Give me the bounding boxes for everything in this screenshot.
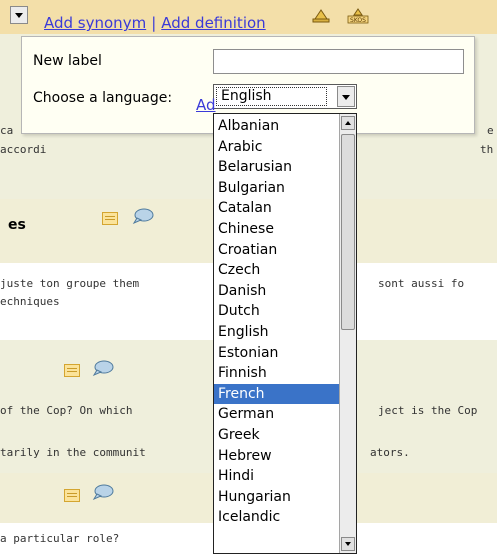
language-option[interactable]: French — [214, 383, 339, 405]
language-option[interactable]: Danish — [214, 281, 339, 302]
language-option[interactable]: Czech — [214, 260, 339, 281]
note-icon[interactable] — [64, 489, 80, 502]
section-text: accordi — [0, 143, 47, 156]
new-label-label: New label — [33, 53, 102, 69]
language-option[interactable]: Arabic — [214, 137, 339, 158]
language-option[interactable]: Bulgarian — [214, 178, 339, 199]
dropdown-scrollbar[interactable] — [339, 114, 356, 553]
skos-icon[interactable]: SKOS — [347, 8, 369, 24]
note-icon[interactable] — [64, 364, 80, 377]
section-text: sont aussi fo — [378, 277, 465, 290]
section-text: ject is the Cop — [378, 404, 478, 417]
hat-icon[interactable] — [312, 8, 330, 24]
section-text: ators. — [370, 446, 410, 459]
section-text: a particular role? — [0, 532, 120, 545]
note-icon[interactable] — [102, 212, 118, 225]
language-option[interactable]: Albanian — [214, 116, 339, 137]
dropdown-button[interactable] — [10, 6, 28, 24]
skos-label: SKOS — [350, 17, 366, 24]
section-text: th — [480, 143, 494, 156]
header-links: Add synonym | Add definition — [44, 14, 266, 32]
choose-language-label: Choose a language: — [33, 90, 173, 106]
add-synonym-link[interactable]: Add synonym — [44, 14, 146, 32]
section-text: echniques — [0, 295, 60, 308]
comment-icon[interactable] — [132, 208, 154, 224]
add-link[interactable]: Ad — [196, 96, 216, 114]
section-text: e — [487, 124, 494, 137]
section-text: of the Cop? On which — [0, 404, 133, 417]
link-separator: | — [151, 14, 157, 32]
language-option[interactable]: Hindi — [214, 466, 339, 487]
section-text: ca — [0, 124, 14, 137]
language-option[interactable]: Icelandic — [214, 507, 339, 528]
language-option[interactable]: English — [214, 322, 339, 343]
section-text: tarily in the communit — [0, 446, 146, 459]
language-option[interactable]: Greek — [214, 425, 339, 446]
language-option[interactable]: Catalan — [214, 198, 339, 219]
language-option[interactable]: Dutch — [214, 301, 339, 322]
scroll-up-arrow[interactable] — [341, 116, 355, 130]
page-header: Add synonym | Add definition SKOS — [0, 0, 497, 34]
language-option[interactable]: Estonian — [214, 343, 339, 364]
language-option[interactable]: Chinese — [214, 219, 339, 240]
selected-language: English — [216, 87, 327, 106]
section-heading: es — [8, 217, 26, 233]
comment-icon[interactable] — [92, 484, 114, 500]
section-text: juste ton groupe them — [0, 277, 140, 290]
add-definition-link[interactable]: Add definition — [161, 14, 265, 32]
language-option[interactable]: Hebrew — [214, 446, 339, 467]
comment-icon[interactable] — [92, 360, 114, 376]
language-option[interactable]: Finnish — [214, 363, 339, 384]
scroll-down-arrow[interactable] — [341, 537, 355, 551]
language-option[interactable]: Hungarian — [214, 487, 339, 508]
language-option[interactable]: Belarusian — [214, 157, 339, 178]
language-option[interactable]: German — [214, 404, 339, 425]
language-option[interactable]: Croatian — [214, 240, 339, 261]
language-options: Albanian Arabic Belarusian Bulgarian Catalan… — [214, 116, 339, 528]
chevron-down-icon[interactable] — [337, 86, 355, 107]
language-dropdown-list[interactable]: Albanian Arabic Belarusian Bulgarian Catalan… — [213, 113, 357, 554]
scroll-thumb[interactable] — [341, 134, 355, 330]
language-select[interactable]: English — [213, 84, 357, 109]
new-label-input[interactable] — [213, 49, 464, 74]
